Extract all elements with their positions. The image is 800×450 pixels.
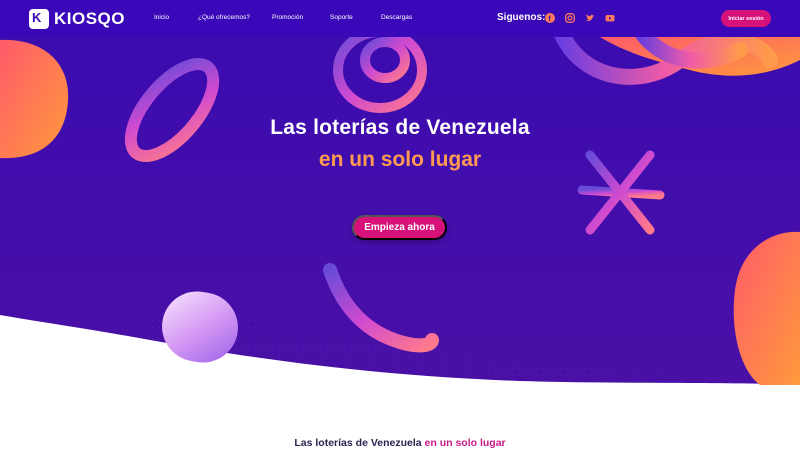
hero-title: Las loterías de Venezuela	[270, 116, 530, 139]
nav-link-inicio[interactable]: Inicio	[154, 14, 169, 21]
follow-label: Siguenos:	[497, 12, 546, 23]
section-title: Las loterías de Venezuela en un solo lug…	[0, 437, 800, 449]
nav-link-soporte[interactable]: Soporte	[330, 14, 353, 21]
twitter-icon[interactable]	[584, 12, 596, 24]
section-title-accent: en un solo lugar	[424, 437, 506, 449]
start-now-button[interactable]: Empieza ahora	[352, 215, 447, 240]
top-navbar: K KIOSQO Inicio ¿Qué ofrecemos? Promoció…	[0, 0, 800, 37]
login-button[interactable]: Iniciar sesión	[721, 10, 771, 27]
brand-logo[interactable]: K KIOSQO	[29, 9, 125, 29]
nav-link-promocion[interactable]: Promoción	[272, 14, 303, 21]
brand-name: KIOSQO	[54, 9, 126, 28]
nav-link-que-ofrecemos[interactable]: ¿Qué ofrecemos?	[198, 14, 250, 21]
instagram-icon[interactable]	[564, 12, 576, 24]
section-title-main: Las loterías de Venezuela	[294, 437, 422, 449]
facebook-icon[interactable]: f	[544, 12, 556, 24]
logo-mark-icon: K	[29, 9, 49, 29]
hero-subtitle: en un solo lugar	[318, 148, 482, 171]
youtube-icon[interactable]	[604, 12, 616, 24]
nav-link-descargas[interactable]: Descargas	[381, 14, 412, 21]
